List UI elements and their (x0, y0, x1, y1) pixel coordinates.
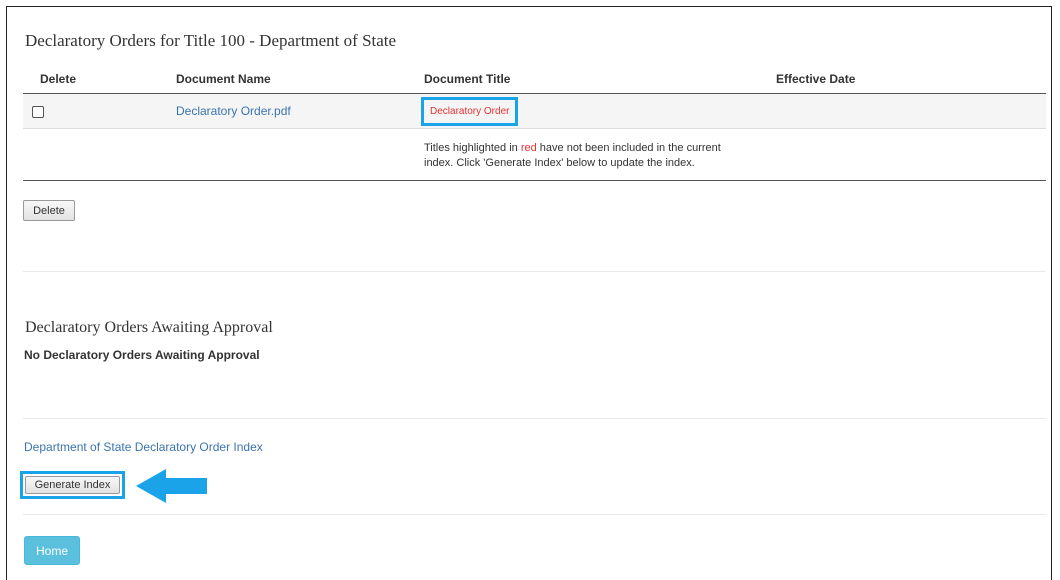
table-header-row: Delete Document Name Document Title Effe… (23, 65, 1046, 94)
no-awaiting-approval-text: No Declaratory Orders Awaiting Approval (24, 348, 260, 362)
delete-button[interactable]: Delete (23, 200, 75, 221)
note-red-word: red (520, 141, 537, 154)
column-header-document-title: Document Title (424, 65, 774, 94)
divider (23, 514, 1046, 515)
declaratory-order-index-link[interactable]: Department of State Declaratory Order In… (24, 440, 263, 454)
delete-checkbox[interactable] (32, 105, 44, 118)
divider (23, 271, 1046, 272)
index-note: Titles highlighted in red have not been … (424, 128, 1046, 181)
section-title-declaratory-orders: Declaratory Orders for Title 100 - Depar… (25, 31, 397, 50)
declaratory-orders-table: Delete Document Name Document Title Effe… (23, 65, 1046, 181)
note-row: Titles highlighted in red have not been … (23, 128, 1046, 181)
table-row: Declaratory Order.pdf Declaratory Order (23, 93, 1046, 129)
divider (23, 418, 1046, 419)
column-header-document-name: Document Name (171, 65, 424, 94)
effective-date-cell (774, 93, 1046, 129)
column-header-delete: Delete (23, 65, 171, 94)
home-button[interactable]: Home (24, 536, 80, 565)
document-title-highlighted: Declaratory Order (421, 96, 519, 126)
document-title-cell: Declaratory Order (421, 93, 774, 129)
document-name-cell: Declaratory Order.pdf (171, 93, 424, 129)
document-link[interactable]: Declaratory Order.pdf (171, 104, 291, 118)
generate-index-button[interactable]: Generate Index (25, 476, 120, 494)
column-header-effective-date: Effective Date (774, 65, 1046, 94)
section-title-awaiting-approval: Declaratory Orders Awaiting Approval (25, 319, 273, 336)
arrow-left-icon (136, 469, 207, 503)
delete-cell (23, 93, 171, 129)
generate-index-highlight: Generate Index (20, 471, 125, 499)
